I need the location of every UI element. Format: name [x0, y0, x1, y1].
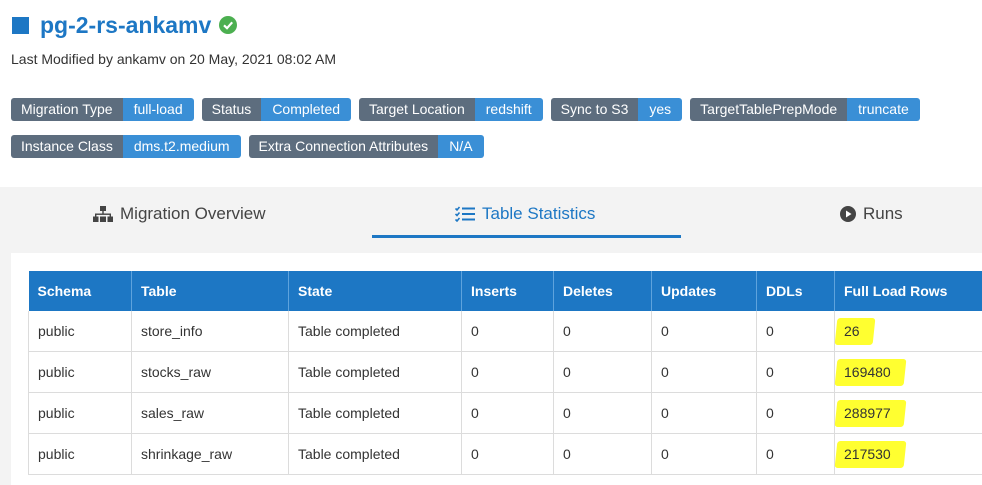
table-cell: 0 — [553, 311, 652, 352]
badge-migration-type: Migration Type full-load — [11, 98, 194, 121]
table-statistics-card: Schema Table State Inserts Deletes Updat… — [11, 253, 982, 485]
badge-target-location: Target Location redshift — [359, 98, 543, 121]
tab-runs[interactable]: Runs — [840, 204, 903, 224]
page-header: pg-2-rs-ankamv — [12, 8, 238, 42]
table-cell: 0 — [461, 433, 554, 475]
table-header-row: Schema Table State Inserts Deletes Updat… — [28, 271, 982, 311]
table-cell: 0 — [651, 311, 757, 352]
table-cell: 169480 — [834, 351, 982, 393]
table-cell: 0 — [461, 351, 554, 393]
table-cell: Table completed — [288, 433, 462, 475]
column-header[interactable]: Full Load Rows — [834, 271, 982, 311]
badge-instance-class: Instance Class dms.t2.medium — [11, 135, 241, 158]
column-header[interactable]: Table — [131, 271, 289, 311]
table-cell: public — [28, 351, 132, 393]
table-statistics-table: Schema Table State Inserts Deletes Updat… — [28, 271, 982, 475]
highlight-mark: 26 — [844, 323, 860, 339]
badge-extra-connection-attributes: Extra Connection Attributes N/A — [248, 135, 484, 158]
table-cell: 0 — [651, 392, 757, 434]
table-cell: 0 — [651, 433, 757, 475]
table-cell: 0 — [553, 351, 652, 393]
table-cell: 0 — [461, 311, 554, 352]
badge-target-table-prep-mode: TargetTablePrepMode truncate — [690, 98, 920, 121]
table-cell: 0 — [756, 311, 835, 352]
tab-label: Migration Overview — [120, 204, 266, 223]
table-cell: sales_raw — [131, 392, 289, 434]
sitemap-icon — [93, 206, 113, 222]
highlight-mark: 169480 — [844, 364, 891, 380]
table-row: public sales_raw Table completed 0 0 0 0… — [28, 392, 982, 434]
table-cell: public — [28, 311, 132, 352]
tab-label: Runs — [863, 204, 903, 223]
table-row: public store_info Table completed 0 0 0 … — [28, 311, 982, 352]
tab-migration-overview[interactable]: Migration Overview — [93, 204, 266, 224]
table-cell: 0 — [756, 351, 835, 393]
column-header[interactable]: State — [288, 271, 462, 311]
highlight-mark: 217530 — [844, 446, 891, 462]
table-cell: store_info — [131, 311, 289, 352]
table-cell: 288977 — [834, 392, 982, 434]
table-cell: 0 — [461, 392, 554, 434]
column-header[interactable]: Schema — [28, 271, 132, 311]
tab-label: Table Statistics — [482, 204, 596, 223]
play-circle-icon — [840, 206, 856, 222]
tabs-panel: Migration Overview Table Statistics Runs — [0, 187, 982, 485]
active-tab-indicator — [372, 235, 681, 238]
table-cell: 0 — [651, 351, 757, 393]
list-check-icon — [455, 206, 475, 222]
badge-status: Status Completed — [201, 98, 352, 121]
check-circle-icon — [219, 16, 238, 34]
column-header[interactable]: Updates — [651, 271, 757, 311]
table-row: public stocks_raw Table completed 0 0 0 … — [28, 351, 982, 393]
table-cell: 0 — [553, 392, 652, 434]
table-cell: 26 — [834, 311, 982, 352]
table-cell: 0 — [756, 392, 835, 434]
attribute-badges: Migration Type full-load Status Completed … — [11, 98, 982, 172]
highlight-mark: 288977 — [844, 405, 891, 421]
table-cell: Table completed — [288, 392, 462, 434]
badge-sync-to-s3: Sync to S3 yes — [550, 98, 683, 121]
page-title: pg-2-rs-ankamv — [40, 11, 212, 38]
last-modified-text: Last Modified by ankamv on 20 May, 2021 … — [11, 51, 337, 67]
table-cell: stocks_raw — [131, 351, 289, 393]
table-cell: public — [28, 392, 132, 434]
column-header[interactable]: Inserts — [461, 271, 554, 311]
table-row: public shrinkage_raw Table completed 0 0… — [28, 433, 982, 475]
table-cell: 0 — [756, 433, 835, 475]
table-cell: 0 — [553, 433, 652, 475]
table-cell: Table completed — [288, 351, 462, 393]
table-cell: Table completed — [288, 311, 462, 352]
table-cell: 217530 — [834, 433, 982, 475]
column-header[interactable]: Deletes — [553, 271, 652, 311]
table-cell: public — [28, 433, 132, 475]
task-square-icon — [12, 16, 29, 34]
tab-table-statistics[interactable]: Table Statistics — [455, 204, 595, 224]
column-header[interactable]: DDLs — [756, 271, 835, 311]
table-cell: shrinkage_raw — [131, 433, 289, 475]
